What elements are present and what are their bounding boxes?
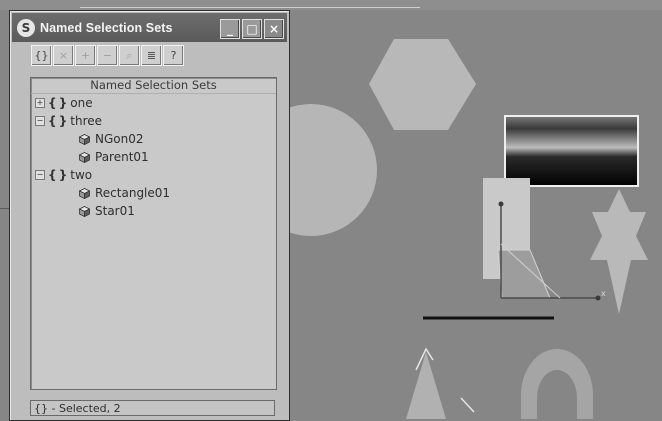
cone-shape[interactable] — [406, 352, 446, 419]
app-logo-icon: S — [17, 18, 35, 37]
tree-item-label: three — [70, 114, 103, 128]
create-set-icon: {} — [34, 49, 49, 62]
tree-item-label: Parent01 — [95, 150, 149, 164]
select-by-name-button[interactable]: ≣ — [141, 45, 162, 66]
selection-set-row[interactable]: +{ } one — [31, 94, 276, 112]
object-cube-icon — [79, 151, 90, 163]
tree-item-label: Rectangle01 — [95, 186, 171, 200]
hexagon-shape[interactable] — [369, 39, 476, 130]
subtract-selected-button[interactable]: − — [97, 45, 118, 66]
dialog-title: Named Selection Sets — [40, 20, 173, 35]
create-set-button[interactable]: {} — [31, 45, 52, 66]
selection-set-row[interactable]: −{ } three — [31, 112, 276, 130]
set-object-row[interactable]: Rectangle01 — [31, 184, 276, 202]
object-cube-icon — [79, 205, 90, 217]
arch-shape[interactable] — [521, 349, 593, 419]
select-objects-in-set-icon: ⌕ — [126, 48, 133, 62]
subtract-selected-icon: − — [102, 49, 113, 62]
dialog-toolbar: {} × + − ⌕ ≣? — [31, 45, 184, 67]
minimize-button[interactable]: _ — [220, 19, 240, 39]
object-cube-icon — [79, 187, 90, 199]
set-object-row[interactable]: Parent01 — [31, 148, 276, 166]
gizmo-handle-right[interactable] — [595, 295, 601, 301]
highlight-selected-button[interactable]: ? — [163, 45, 184, 66]
gradient-rectangle-shape[interactable] — [504, 115, 639, 187]
window-controls: _ □ × — [220, 19, 284, 39]
tree-item-label: Star01 — [95, 204, 135, 218]
tree-item-label: two — [70, 168, 93, 182]
star-shape[interactable] — [590, 189, 648, 314]
tree-item-label: NGon02 — [95, 132, 144, 146]
gizmo-x-label: x — [601, 289, 606, 298]
tree-item-label: one — [70, 96, 93, 110]
highlight-selected-icon: ? — [170, 49, 177, 62]
add-selected-icon: + — [80, 49, 91, 62]
wedge-shape[interactable] — [497, 249, 551, 299]
maximize-button[interactable]: □ — [242, 19, 262, 39]
select-by-name-icon: ≣ — [146, 49, 157, 62]
dialog-titlebar[interactable]: S Named Selection Sets _ □ × — [12, 13, 287, 42]
set-object-row[interactable]: NGon02 — [31, 130, 276, 148]
close-button[interactable]: × — [264, 19, 284, 39]
selection-set-icon: { } — [48, 168, 67, 182]
selection-set-icon: { } — [48, 114, 67, 128]
status-bar: {} - Selected, 2 — [30, 400, 275, 416]
collapse-icon[interactable]: − — [35, 116, 45, 126]
select-objects-in-set-button[interactable]: ⌕ — [119, 45, 140, 66]
selection-set-icon: { } — [48, 96, 67, 110]
named-selection-sets-dialog[interactable]: S Named Selection Sets _ □ × {} × + − ⌕ ≣? Na… — [9, 10, 290, 421]
selection-set-row[interactable]: −{ } two — [31, 166, 276, 184]
set-object-row[interactable]: Star01 — [31, 202, 276, 220]
add-selected-button[interactable]: + — [75, 45, 96, 66]
collapse-icon[interactable]: − — [35, 170, 45, 180]
object-cube-icon — [79, 133, 90, 145]
gizmo-handle-top[interactable] — [498, 201, 504, 207]
tree-header[interactable]: Named Selection Sets — [31, 78, 276, 94]
cone-edge-line — [460, 397, 475, 413]
named-sets-tree[interactable]: Named Selection Sets +{ } one −{ } three NGo… — [30, 77, 277, 390]
tree-body: +{ } one −{ } three NGon02 Parent01−{ } two Rec… — [31, 94, 276, 220]
delete-button[interactable]: × — [53, 45, 74, 66]
expand-icon[interactable]: + — [35, 98, 45, 108]
delete-icon: × — [58, 49, 69, 62]
